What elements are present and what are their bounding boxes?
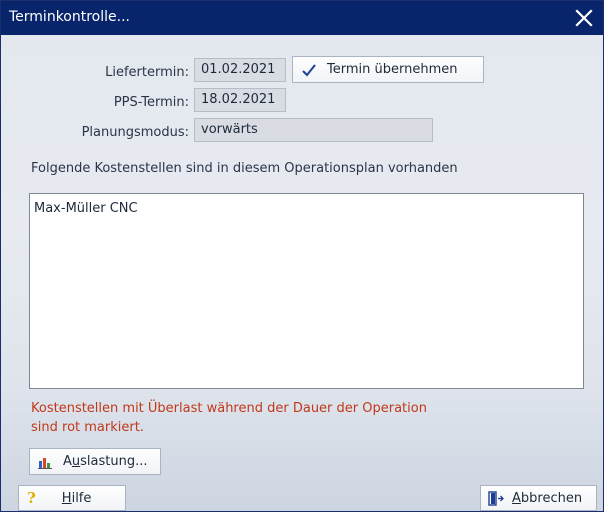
kostenstellen-list[interactable]: Max-Müller CNC	[29, 193, 584, 389]
bar-chart-icon	[38, 457, 52, 469]
checkmark-icon	[302, 63, 316, 76]
hilfe-label: Hilfe	[61, 490, 92, 506]
abbrechen-button[interactable]: Abbrechen	[480, 485, 597, 511]
close-button[interactable]	[569, 3, 599, 33]
list-item[interactable]: Max-Müller CNC	[34, 201, 138, 216]
auslastung-label: Auslastung...	[63, 454, 148, 469]
liefertermin-field[interactable]: 01.02.2021	[194, 58, 286, 82]
door-exit-icon	[488, 490, 504, 506]
abbrechen-label: Abbrechen	[512, 490, 583, 506]
hilfe-button[interactable]: ? Hilfe	[18, 485, 126, 511]
kostenstellen-heading: Folgende Kostenstellen sind in diesem Op…	[31, 161, 458, 176]
planungsmodus-field[interactable]: vorwärts	[194, 118, 433, 142]
window-title: Terminkontrolle...	[9, 9, 130, 25]
title-bar: Terminkontrolle...	[1, 1, 603, 35]
termin-uebernehmen-button[interactable]: Termin übernehmen	[292, 56, 484, 83]
termin-uebernehmen-label: Termin übernehmen	[327, 62, 458, 77]
liefertermin-label: Liefertermin:	[105, 65, 189, 80]
planungsmodus-label: Planungsmodus:	[81, 125, 189, 140]
overload-warning: Kostenstellen mit Überlast während der D…	[31, 401, 427, 435]
close-icon	[575, 9, 593, 27]
pps-termin-label: PPS-Termin:	[113, 95, 189, 110]
pps-termin-field[interactable]: 18.02.2021	[194, 88, 286, 112]
auslastung-button[interactable]: Auslastung...	[29, 448, 161, 475]
question-icon: ?	[27, 489, 36, 507]
dialog-window: Terminkontrolle... Liefertermin: 01.02.2…	[0, 0, 604, 512]
